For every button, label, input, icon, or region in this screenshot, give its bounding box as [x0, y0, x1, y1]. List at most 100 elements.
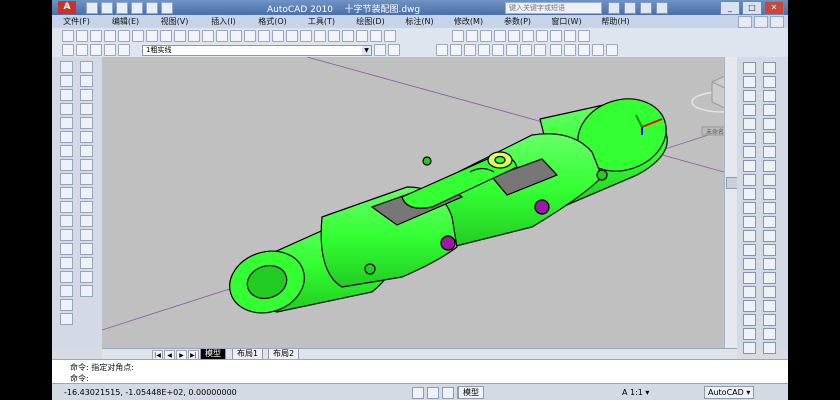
- center-mark-icon[interactable]: [743, 258, 756, 270]
- chamfer-icon[interactable]: [80, 257, 93, 269]
- redo-button-icon[interactable]: [230, 30, 242, 42]
- mtext-icon[interactable]: [60, 313, 73, 325]
- wedge-icon[interactable]: [492, 44, 504, 56]
- join-icon[interactable]: [80, 243, 93, 255]
- baseline-icon[interactable]: [743, 188, 756, 200]
- snap-quadrant-icon[interactable]: [763, 174, 776, 186]
- jogged-icon[interactable]: [743, 132, 756, 144]
- cone-icon[interactable]: [478, 44, 490, 56]
- snap-midpoint-icon[interactable]: [763, 104, 776, 116]
- snap-none-icon[interactable]: [763, 272, 776, 284]
- menu-help[interactable]: 帮助(H): [591, 15, 640, 28]
- help-icon[interactable]: [656, 2, 668, 14]
- view-bottom-icon[interactable]: [466, 30, 478, 42]
- quick-dim-icon[interactable]: [743, 174, 756, 186]
- view-ne-icon[interactable]: [564, 30, 576, 42]
- explode-icon[interactable]: [80, 285, 93, 297]
- universal-joint-model[interactable]: [222, 88, 676, 322]
- new-icon[interactable]: [86, 2, 98, 14]
- mirror-icon[interactable]: [80, 89, 93, 101]
- snap-apparent-icon[interactable]: [763, 132, 776, 144]
- break-icon[interactable]: [80, 229, 93, 241]
- help-button-icon[interactable]: [384, 30, 396, 42]
- move-icon[interactable]: [80, 131, 93, 143]
- menu-dimension[interactable]: 标注(N): [395, 15, 444, 28]
- annotation-scale[interactable]: A 1:1 ▾: [622, 388, 649, 397]
- favorites-icon[interactable]: [640, 2, 652, 14]
- view-top-icon[interactable]: [452, 30, 464, 42]
- snap-extension-icon[interactable]: [763, 146, 776, 158]
- open-file-icon[interactable]: [76, 30, 88, 42]
- preview-icon[interactable]: [118, 30, 130, 42]
- snap-perpendicular-icon[interactable]: [763, 202, 776, 214]
- menu-draw[interactable]: 绘图(D): [346, 15, 395, 28]
- view-nw-icon[interactable]: [578, 30, 590, 42]
- wireframe-icon[interactable]: [550, 44, 562, 56]
- plot-icon[interactable]: [161, 2, 173, 14]
- cut-icon[interactable]: [146, 30, 158, 42]
- redo-icon[interactable]: [146, 2, 158, 14]
- temp-track-icon[interactable]: [763, 62, 776, 74]
- menu-file[interactable]: 文件(F): [52, 15, 101, 28]
- pan-icon[interactable]: [244, 30, 256, 42]
- drawing-area[interactable]: 未命名: [102, 57, 724, 348]
- cylinder-icon[interactable]: [450, 44, 462, 56]
- jogged-linear-icon[interactable]: [743, 286, 756, 298]
- snap-extra1-icon[interactable]: [763, 300, 776, 312]
- tolerance-icon[interactable]: [743, 244, 756, 256]
- block-editor-icon[interactable]: [202, 30, 214, 42]
- dim-space-icon[interactable]: [743, 216, 756, 228]
- snap-parallel-icon[interactable]: [763, 216, 776, 228]
- snap-mode-icon[interactable]: [412, 387, 424, 399]
- paste-icon[interactable]: [174, 30, 186, 42]
- undo-icon[interactable]: [131, 2, 143, 14]
- vertical-scrollbar[interactable]: [724, 57, 738, 348]
- insert-block-icon[interactable]: [60, 215, 73, 227]
- make-block-icon[interactable]: [60, 229, 73, 241]
- zoom-realtime-icon[interactable]: [258, 30, 270, 42]
- linear-dim-icon[interactable]: [743, 62, 756, 74]
- menu-parametric[interactable]: 参数(P): [493, 15, 542, 28]
- sphere-icon[interactable]: [464, 44, 476, 56]
- revolve-icon[interactable]: [534, 44, 546, 56]
- properties-icon[interactable]: [300, 30, 312, 42]
- extrude-icon[interactable]: [520, 44, 532, 56]
- zoom-window-icon[interactable]: [272, 30, 284, 42]
- torus-icon[interactable]: [506, 44, 518, 56]
- dim-text-edit-icon[interactable]: [743, 314, 756, 326]
- menu-format[interactable]: 格式(O): [248, 15, 297, 28]
- conceptual-icon[interactable]: [592, 44, 604, 56]
- snap-extra3-icon[interactable]: [763, 328, 776, 340]
- dim-update-icon[interactable]: [743, 328, 756, 340]
- view-sw-icon[interactable]: [536, 30, 548, 42]
- erase-icon[interactable]: [80, 61, 93, 73]
- gradient-icon[interactable]: [60, 271, 73, 283]
- doc-minimize-button[interactable]: [738, 16, 752, 28]
- menu-view[interactable]: 视图(V): [150, 15, 199, 28]
- diameter-icon[interactable]: [743, 146, 756, 158]
- region-icon[interactable]: [60, 285, 73, 297]
- stretch-icon[interactable]: [80, 173, 93, 185]
- layer-properties-icon[interactable]: [62, 44, 74, 56]
- spline-icon[interactable]: [60, 173, 73, 185]
- open-icon[interactable]: [101, 2, 113, 14]
- point-icon[interactable]: [60, 243, 73, 255]
- save-file-icon[interactable]: [90, 30, 102, 42]
- make-current-icon[interactable]: [374, 44, 386, 56]
- continue-icon[interactable]: [743, 202, 756, 214]
- workspace-switch[interactable]: AutoCAD ▾: [704, 386, 755, 399]
- snap-from-icon[interactable]: [763, 76, 776, 88]
- offset-icon[interactable]: [80, 103, 93, 115]
- ordinate-icon[interactable]: [743, 104, 756, 116]
- box-icon[interactable]: [436, 44, 448, 56]
- grid-icon[interactable]: [427, 387, 439, 399]
- scale-icon[interactable]: [80, 159, 93, 171]
- snap-nearest-icon[interactable]: [763, 258, 776, 270]
- color-square-icon[interactable]: [118, 44, 130, 56]
- qnew-icon[interactable]: [62, 30, 74, 42]
- menu-tools[interactable]: 工具(T): [297, 15, 346, 28]
- view-left-icon[interactable]: [480, 30, 492, 42]
- publish-icon[interactable]: [132, 30, 144, 42]
- snap-endpoint-icon[interactable]: [763, 90, 776, 102]
- sun-icon[interactable]: [90, 44, 102, 56]
